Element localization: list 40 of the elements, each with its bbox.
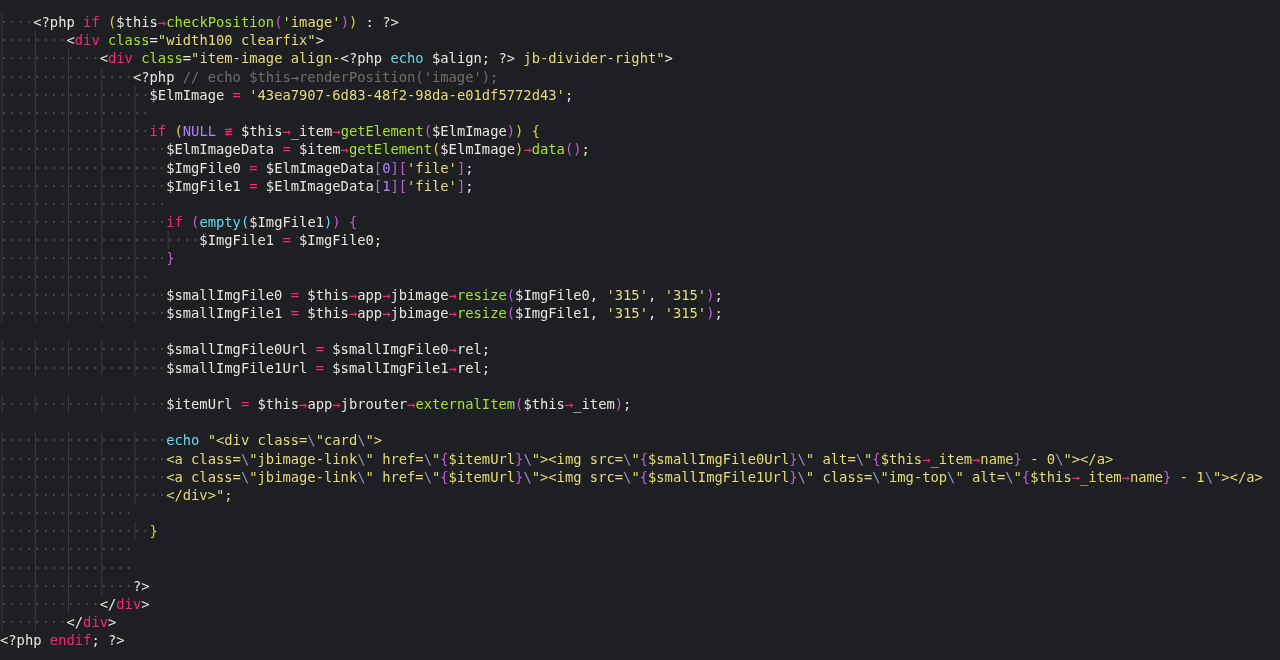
code-line: $ElmImage = '43ea7907-6d83-48f2-98da-e01df5772d43'; xyxy=(149,85,574,104)
whitespace-dots: ·················· xyxy=(0,122,150,141)
whitespace-dots: ·················· xyxy=(0,522,150,541)
code-line: if (empty($ImgFile1)) { xyxy=(166,213,358,232)
code-line: </div> xyxy=(66,613,117,632)
code-line: ?> xyxy=(132,576,150,595)
code-line: <?php if ($this→checkPosition('image')) : ?> xyxy=(33,13,399,32)
code-line: <div class="item-image align-<?php echo $align; ?> jb-divider-right"> xyxy=(99,49,673,68)
code-line: } xyxy=(149,522,158,541)
code-line: <div class="width100 clearfix"> xyxy=(66,31,324,50)
code-line: $smallImgFile1 = $this→app→jbimage→resize($ImgFile1, '315', '315'); xyxy=(166,304,723,323)
code-line: <?php // echo $this→renderPosition('image'); xyxy=(132,67,499,86)
whitespace-dots: ················ xyxy=(0,576,133,595)
whitespace-dots: ·················· xyxy=(0,267,150,286)
code-line: <?php endif; ?> xyxy=(0,631,125,650)
code-line: $smallImgFile1Url = $smallImgFile1→rel; xyxy=(166,358,491,377)
code-line: echo "<div class=\"card\"> xyxy=(166,431,383,450)
whitespace-dots: ················ xyxy=(0,540,133,559)
whitespace-dots: ············ xyxy=(0,595,100,614)
code-line: $itemUrl = $this→app→jbrouter→externalItem($this→_item); xyxy=(166,394,632,414)
code-line: if (NULL ≢ $this→_item→getElement($ElmImage)) { xyxy=(149,122,541,141)
code-line: $smallImgFile0 = $this→app→jbimage→resize($ImgFile0, '315', '315'); xyxy=(166,285,723,304)
whitespace-dots: ·················· xyxy=(0,85,150,104)
code-line: <a class=\"jbimage-link\" href=\"{$itemUrl}\"><img src=\"{$smallImgFile1Url}\" class=\"img-top\" alt=\"{$this→_item→name} - 1\"></a> xyxy=(166,468,1263,486)
code-line: $ImgFile1 = $ElmImageData[1]['file']; xyxy=(166,176,474,195)
whitespace-dots: ········ xyxy=(0,613,67,632)
code-line: $smallImgFile0Url = $smallImgFile0→rel; xyxy=(166,340,491,359)
whitespace-dots: ················ xyxy=(0,67,133,86)
code-line: } xyxy=(166,249,175,268)
code-line: $ImgFile1 = $ImgFile0; xyxy=(199,231,383,250)
code-line: $ElmImageData = $item→getElement($ElmImage)→data(); xyxy=(166,140,590,159)
code-line: </div>"; xyxy=(166,485,233,505)
whitespace-dots: ············ xyxy=(0,49,100,68)
whitespace-dots: ·················· xyxy=(0,103,150,123)
code-line: <a class=\"jbimage-link\" href=\"{$itemUrl}\"><img src=\"{$smallImgFile0Url}\" alt=\"{$this→_item→name} - 0\"></a> xyxy=(166,449,1114,468)
whitespace-dots: ················ xyxy=(0,504,133,523)
code-line: $ImgFile0 = $ElmImageData[0]['file']; xyxy=(166,158,474,177)
whitespace-dots: ················ xyxy=(0,558,133,577)
code-line: </div> xyxy=(99,595,150,614)
whitespace-dots: ········ xyxy=(0,31,67,50)
